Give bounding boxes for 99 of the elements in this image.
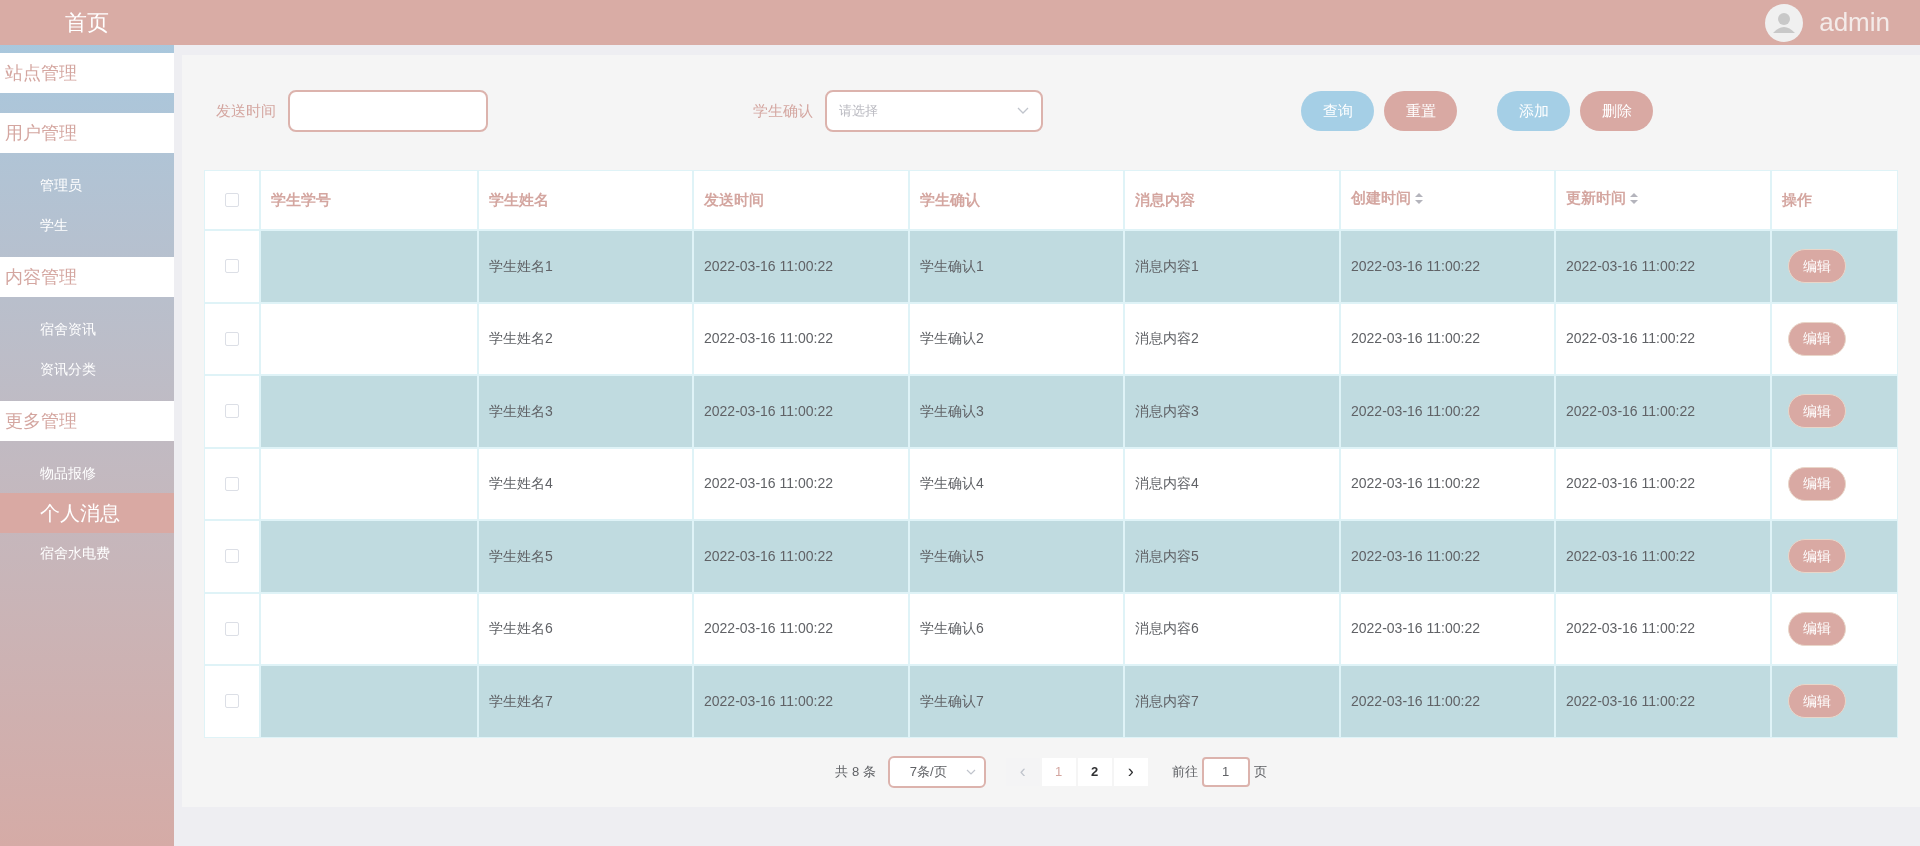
table-cell: 消息内容1 <box>1124 230 1340 303</box>
table-cell: 2022-03-16 11:00:22 <box>1555 592 1771 665</box>
table-cell: 学生姓名4 <box>478 447 693 520</box>
action-button[interactable]: 添加 <box>1497 91 1570 131</box>
sidebar-group[interactable]: 更多管理 <box>0 401 174 441</box>
table-cell: 学生确认7 <box>909 665 1124 738</box>
table-cell: 学生姓名1 <box>478 230 693 303</box>
table-cell: 学生姓名2 <box>478 302 693 375</box>
table-cell: 2022-03-16 11:00:22 <box>1340 302 1555 375</box>
table-cell: 2022-03-16 11:00:22 <box>1340 447 1555 520</box>
column-header: 操作 <box>1782 189 1812 210</box>
column-header: 消息内容 <box>1135 189 1195 210</box>
table-cell: 2022-03-16 11:00:22 <box>1555 665 1771 738</box>
table-cell: 2022-03-16 11:00:22 <box>1340 592 1555 665</box>
edit-button[interactable]: 编辑 <box>1788 394 1846 429</box>
text-input-field[interactable] <box>288 90 488 132</box>
table-cell: 2022-03-16 11:00:22 <box>1555 520 1771 593</box>
table-cell: 消息内容4 <box>1124 447 1340 520</box>
edit-button[interactable]: 编辑 <box>1788 539 1846 574</box>
edit-button[interactable]: 编辑 <box>1788 249 1846 284</box>
edit-button[interactable]: 编辑 <box>1788 321 1846 356</box>
table-cell: 学生确认3 <box>909 375 1124 448</box>
column-header[interactable]: 创建时间 <box>1351 186 1423 210</box>
table-cell: 消息内容5 <box>1124 520 1340 593</box>
edit-button[interactable]: 编辑 <box>1788 466 1846 501</box>
sidebar-group[interactable]: 用户管理 <box>0 113 174 153</box>
sidebar-group[interactable]: 站点管理 <box>0 53 174 93</box>
table-cell: 2022-03-16 11:00:22 <box>1555 230 1771 303</box>
sidebar-item[interactable]: 个人消息 <box>0 493 174 533</box>
action-button[interactable]: 删除 <box>1580 91 1653 131</box>
table-cell: 2022-03-16 11:00:22 <box>1555 302 1771 375</box>
sidebar-item[interactable]: 资讯分类 <box>0 349 174 389</box>
table-cell: 2022-03-16 11:00:22 <box>693 665 909 738</box>
table-cell: 2022-03-16 11:00:22 <box>1340 665 1555 738</box>
sort-icon[interactable] <box>1415 192 1423 204</box>
table-cell: 2022-03-16 11:00:22 <box>1555 447 1771 520</box>
table-cell: 学生确认6 <box>909 592 1124 665</box>
table-cell: 消息内容6 <box>1124 592 1340 665</box>
table-cell: 2022-03-16 11:00:22 <box>693 230 909 303</box>
table-cell: 学生确认5 <box>909 520 1124 593</box>
table-cell: 学生姓名5 <box>478 520 693 593</box>
sidebar-item[interactable]: 管理员 <box>0 165 174 205</box>
table-cell: 学生确认1 <box>909 230 1124 303</box>
select-field[interactable]: 请选择 <box>825 90 1043 132</box>
username[interactable]: admin <box>1819 3 1890 42</box>
avatar-icon[interactable] <box>1765 3 1804 42</box>
checkbox[interactable] <box>225 694 239 709</box>
page-button[interactable]: 2 <box>1077 757 1112 786</box>
table-cell: 学生确认2 <box>909 302 1124 375</box>
column-header: 发送时间 <box>704 189 764 210</box>
table-cell: 学生姓名7 <box>478 665 693 738</box>
page-button[interactable]: 1 <box>1041 757 1076 786</box>
edit-button[interactable]: 编辑 <box>1788 611 1846 646</box>
table-cell: 2022-03-16 11:00:22 <box>693 520 909 593</box>
table-cell: 消息内容2 <box>1124 302 1340 375</box>
table-cell: 2022-03-16 11:00:22 <box>1340 375 1555 448</box>
sidebar-item[interactable]: 宿舍水电费 <box>0 533 174 573</box>
table-cell: 2022-03-16 11:00:22 <box>693 375 909 448</box>
chevron-down-icon <box>1017 107 1029 115</box>
sort-icon[interactable] <box>1630 192 1638 204</box>
page-number-field[interactable]: 1 <box>1201 756 1250 787</box>
checkbox[interactable] <box>225 476 239 491</box>
chevron-down-icon <box>965 768 976 775</box>
goto-label: 前往 <box>1171 762 1198 781</box>
table-cell: 学生姓名6 <box>478 592 693 665</box>
checkbox[interactable] <box>225 404 239 419</box>
table-cell: 消息内容3 <box>1124 375 1340 448</box>
table-cell: 消息内容7 <box>1124 665 1340 738</box>
column-header: 学生确认 <box>920 189 980 210</box>
column-header[interactable]: 更新时间 <box>1566 186 1638 210</box>
sidebar-group[interactable]: 内容管理 <box>0 257 174 297</box>
table-cell: 2022-03-16 11:00:22 <box>693 302 909 375</box>
sidebar-item[interactable]: 宿舍资讯 <box>0 309 174 349</box>
page-suffix: 页 <box>1253 762 1267 781</box>
action-button[interactable]: 查询 <box>1301 91 1374 131</box>
edit-button[interactable]: 编辑 <box>1788 684 1846 719</box>
table-cell: 2022-03-16 11:00:22 <box>1340 520 1555 593</box>
checkbox[interactable] <box>225 549 239 564</box>
sidebar-item[interactable]: 物品报修 <box>0 453 174 493</box>
table-cell: 2022-03-16 11:00:22 <box>693 447 909 520</box>
sidebar-item[interactable]: 学生 <box>0 205 174 245</box>
checkbox[interactable] <box>225 621 239 636</box>
action-button[interactable]: 重置 <box>1384 91 1457 131</box>
table-cell: 2022-03-16 11:00:22 <box>1340 230 1555 303</box>
field-label: 学生确认 <box>753 100 813 121</box>
table-cell: 学生姓名3 <box>478 375 693 448</box>
next-page-button[interactable]: › <box>1113 757 1148 786</box>
checkbox[interactable] <box>225 331 239 346</box>
table-cell: 2022-03-16 11:00:22 <box>693 592 909 665</box>
table-cell: 学生确认4 <box>909 447 1124 520</box>
table-cell: 2022-03-16 11:00:22 <box>1555 375 1771 448</box>
sidebar-title[interactable]: 首页 <box>0 0 174 45</box>
checkbox[interactable] <box>225 193 239 207</box>
page-size-select[interactable]: 7条/页 <box>887 755 986 788</box>
total-count: 共 8 条 <box>835 762 876 781</box>
column-header: 学生学号 <box>271 189 331 210</box>
field-label: 发送时间 <box>216 100 276 121</box>
column-header: 学生姓名 <box>489 189 549 210</box>
checkbox[interactable] <box>225 259 239 274</box>
